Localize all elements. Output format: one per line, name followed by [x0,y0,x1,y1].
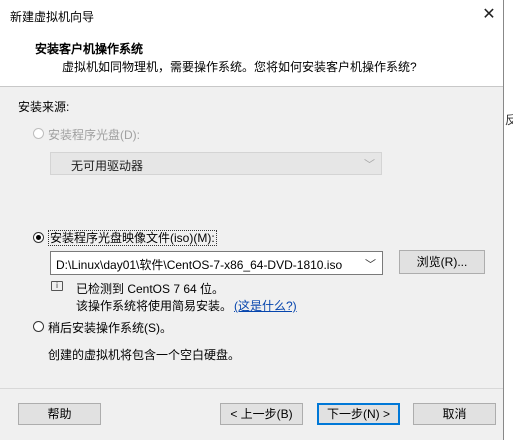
iso-radio[interactable] [33,232,44,243]
detected-os-text: 已检测到 CentOS 7 64 位。 [76,282,225,296]
help-button[interactable]: 帮助 [18,403,101,425]
info-icon: i [51,281,63,291]
chevron-down-icon: ﹀ [364,159,375,171]
background-window-strip [504,0,513,440]
browse-button[interactable]: 浏览(R)... [399,250,485,274]
wizard-header: 安装客户机操作系统 虚拟机如同物理机，需要操作系统。您将如何安装客户机操作系统? [0,30,503,87]
title-bar: 新建虚拟机向导 ✕ [0,0,503,30]
blank-disk-text: 创建的虚拟机将包含一个空白硬盘。 [48,348,241,362]
footer-divider [0,388,503,389]
page-description: 虚拟机如同物理机，需要操作系统。您将如何安装客户机操作系统? [62,60,417,74]
what-is-this-link[interactable]: (这是什么?) [234,297,297,314]
cancel-button[interactable]: 取消 [413,403,496,425]
chevron-down-icon[interactable]: ﹀ [365,256,376,272]
iso-path-combobox[interactable]: D:\Linux\day01\软件\CentOS-7-x86_64-DVD-18… [50,251,383,275]
background-window-text: 反 [505,113,513,127]
iso-option-label[interactable]: 安装程序光盘映像文件(iso)(M): [48,230,217,246]
easy-install-text: 该操作系统将使用简易安装。 [76,299,233,313]
wizard-window: 新建虚拟机向导 ✕ 安装客户机操作系统 虚拟机如同物理机，需要操作系统。您将如何… [0,0,504,440]
disc-option-label[interactable]: 安装程序光盘(D): [48,126,140,143]
install-later-radio[interactable] [33,321,44,332]
install-later-label[interactable]: 稍后安装操作系统(S)。 [48,319,172,336]
next-button[interactable]: 下一步(N) > [317,403,400,425]
window-title: 新建虚拟机向导 [10,10,95,24]
close-icon[interactable]: ✕ [476,3,502,27]
drive-select-value: 无可用驱动器 [71,159,144,173]
disc-radio[interactable] [33,128,44,139]
iso-path-value: D:\Linux\day01\软件\CentOS-7-x86_64-DVD-18… [56,258,343,272]
back-button[interactable]: < 上一步(B) [220,403,303,425]
drive-select[interactable]: 无可用驱动器 ﹀ [50,152,382,175]
page-title: 安装客户机操作系统 [35,42,144,56]
install-source-label: 安装来源: [18,100,70,114]
